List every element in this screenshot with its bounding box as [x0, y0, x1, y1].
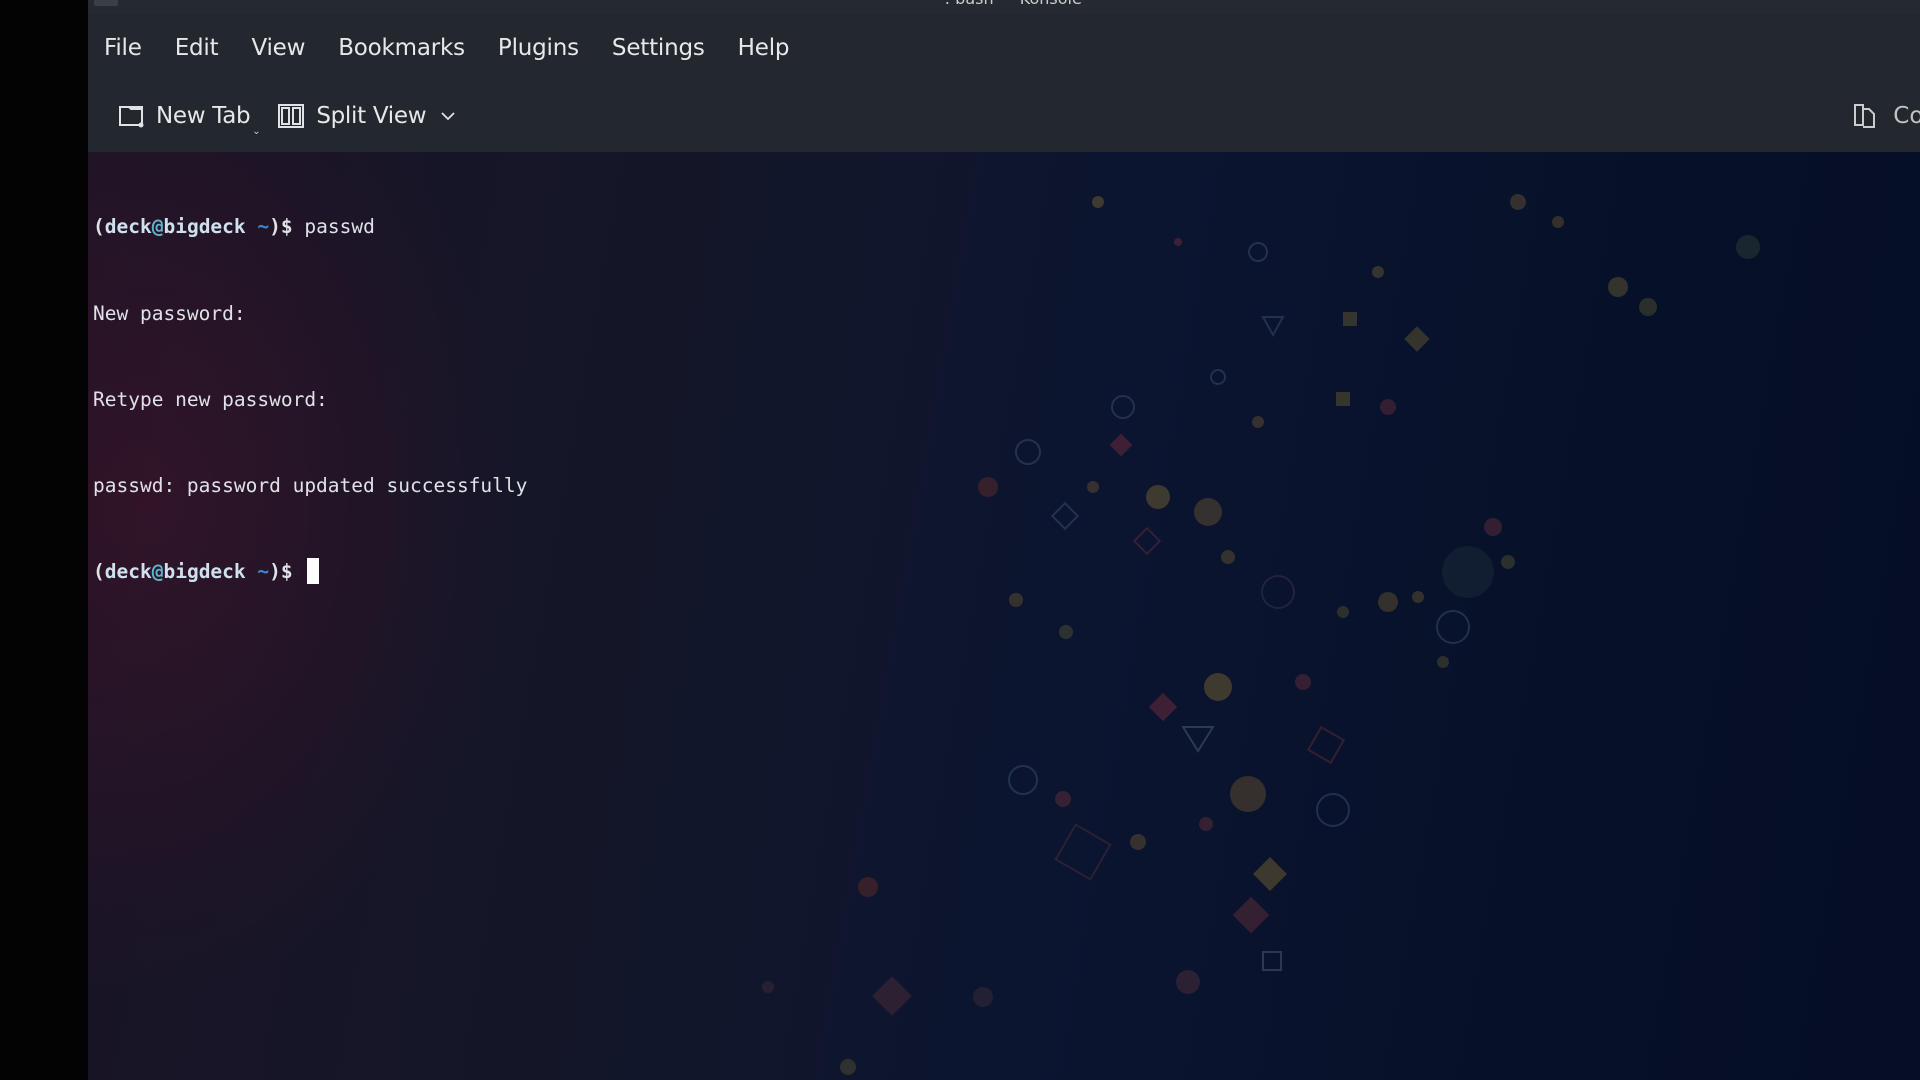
prompt-cwd: ~	[257, 215, 270, 239]
new-tab-button[interactable]: New Tab ⌄	[116, 101, 261, 137]
new-tab-menu-indicator[interactable]: ⌄	[252, 126, 260, 137]
menu-file[interactable]: File	[104, 35, 142, 61]
terminal-command: passwd	[304, 215, 375, 239]
terminal-line-prompt: (deck@bigdeck ~)$	[93, 557, 527, 587]
terminal-output: (deck@bigdeck ~)$ passwd New password: R…	[93, 156, 527, 644]
prompt-host: bigdeck	[163, 215, 246, 239]
title-bar[interactable]: ~ : bash — Konsole	[88, 0, 1920, 14]
prompt-close: )$	[269, 215, 293, 239]
prompt-user: deck	[104, 215, 152, 239]
prompt-open-paren: (	[93, 215, 105, 239]
terminal-view[interactable]: (deck@bigdeck ~)$ passwd New password: R…	[88, 152, 1920, 1080]
prompt-close: )$	[269, 559, 293, 583]
split-view-button[interactable]: Split View	[276, 101, 466, 131]
copy-button[interactable]: Cop	[1851, 94, 1920, 138]
konsole-window: ~ : bash — Konsole File Edit View Bookma…	[88, 0, 1920, 1080]
terminal-line-prompt: (deck@bigdeck ~)$ passwd	[93, 213, 527, 242]
window-title: ~ : bash — Konsole	[88, 0, 1920, 8]
prompt-at: @	[151, 559, 164, 583]
desktop-left-strip	[0, 0, 88, 1080]
chevron-down-icon[interactable]	[440, 110, 456, 122]
menu-bookmarks[interactable]: Bookmarks	[338, 35, 465, 61]
text-cursor	[307, 557, 320, 584]
terminal-line-output: New password:	[93, 301, 246, 325]
split-view-label: Split View	[316, 103, 427, 129]
menu-bar: File Edit View Bookmarks Plugins Setting…	[88, 24, 1920, 72]
menu-view[interactable]: View	[251, 35, 305, 61]
prompt-cwd: ~	[257, 559, 270, 583]
new-tab-label: New Tab	[156, 103, 251, 129]
terminal-line-output: Retype new password:	[93, 387, 328, 411]
toolbar: New Tab ⌄ Split View Cop	[88, 94, 1920, 138]
menu-settings[interactable]: Settings	[612, 35, 705, 61]
menu-plugins[interactable]: Plugins	[498, 35, 579, 61]
prompt-host: bigdeck	[163, 559, 246, 583]
prompt-at: @	[151, 215, 164, 239]
prompt-open-paren: (	[93, 559, 105, 583]
menu-edit[interactable]: Edit	[175, 35, 219, 61]
copy-label: Cop	[1893, 103, 1920, 129]
split-view-icon	[278, 104, 305, 128]
terminal-line-output: passwd: password updated successfully	[93, 473, 528, 497]
copy-icon	[1854, 104, 1876, 128]
new-tab-icon	[119, 106, 144, 128]
menu-help[interactable]: Help	[738, 35, 790, 61]
prompt-user: deck	[104, 559, 152, 583]
